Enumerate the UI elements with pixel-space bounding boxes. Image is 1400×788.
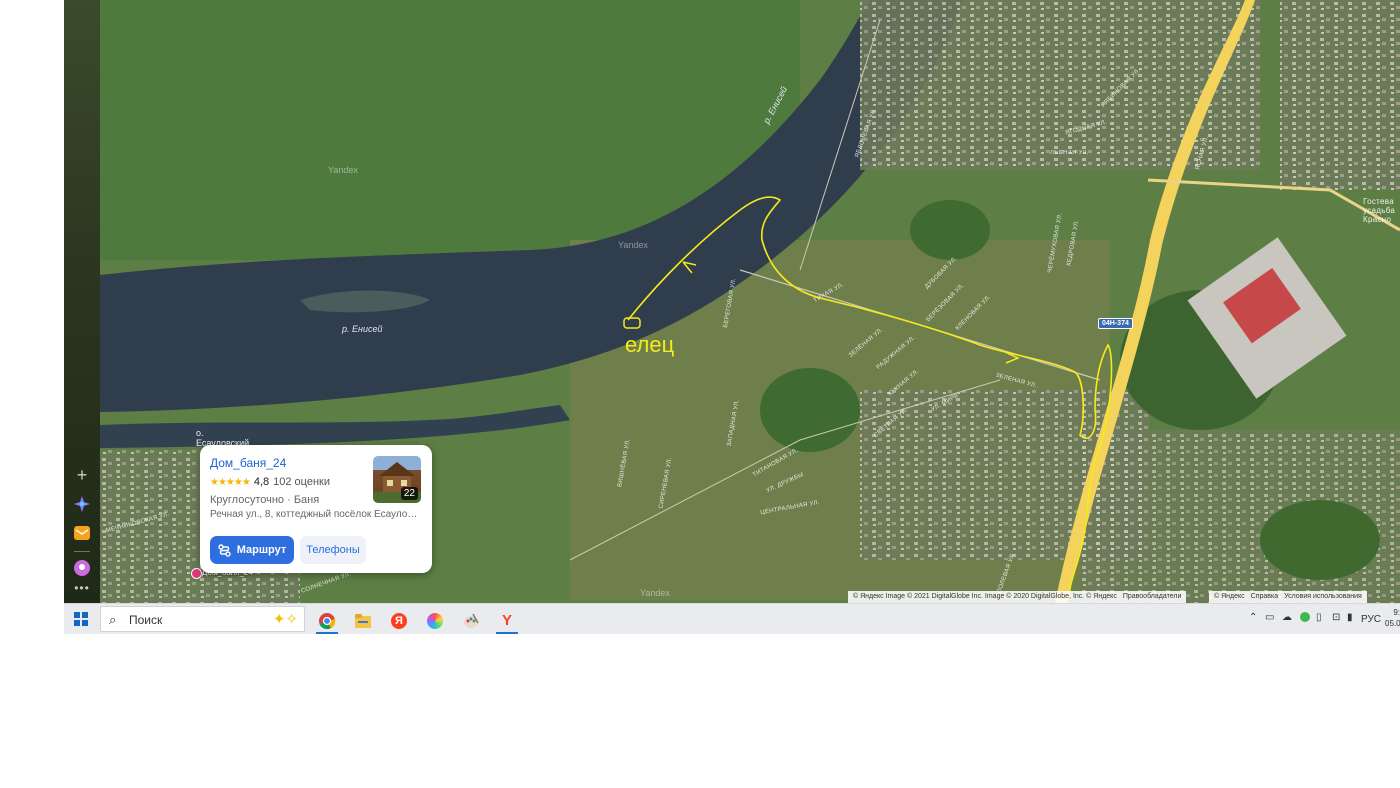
file-explorer-icon[interactable] bbox=[348, 607, 378, 634]
paint-icon[interactable] bbox=[456, 607, 486, 634]
app-icon[interactable] bbox=[420, 607, 450, 634]
yandex-icon[interactable]: Я bbox=[384, 607, 414, 634]
map-watermark: Yandex bbox=[640, 588, 670, 598]
more-icon[interactable]: ••• bbox=[72, 581, 92, 595]
street-label: ЛЕСНАЯ УЛ. bbox=[1050, 150, 1089, 156]
annotation-text: елец bbox=[625, 332, 675, 357]
place-rating: ★★★★★ 4,8 102 оценки bbox=[210, 476, 330, 488]
place-address: Речная ул., 8, коттеджный посёлок Есауло… bbox=[210, 509, 422, 520]
search-icon: ⌕ bbox=[109, 612, 117, 627]
network-icon[interactable]: ▭ bbox=[1265, 612, 1274, 623]
rating-stars-icon: ★★★★★ bbox=[210, 476, 251, 488]
search-placeholder: Поиск bbox=[129, 613, 163, 627]
chevron-up-icon[interactable]: ⌃ bbox=[1249, 612, 1257, 623]
plus-icon[interactable]: + bbox=[72, 465, 92, 485]
divider bbox=[74, 551, 90, 552]
river-label: р. Енисей bbox=[342, 324, 383, 334]
place-card[interactable]: Дом_баня_24 ★★★★★ 4,8 102 оценки Круглос… bbox=[200, 445, 432, 573]
rating-count[interactable]: 102 оценки bbox=[273, 476, 330, 488]
route-button-label: Маршрут bbox=[236, 544, 287, 556]
road-number-badge: 04Н-374 bbox=[1098, 318, 1133, 329]
taskbar-search-input[interactable]: ⌕ Поиск ✦✧ bbox=[100, 606, 305, 632]
clock-date: 05.06 bbox=[1385, 619, 1400, 628]
route-button[interactable]: Маршрут bbox=[210, 536, 294, 564]
rights-holders-link[interactable]: Правообладатели bbox=[1123, 593, 1182, 600]
language-indicator[interactable]: РУС bbox=[1361, 614, 1381, 625]
poi-label-guesthouse[interactable]: Гостева усадьба Красно bbox=[1363, 197, 1395, 224]
photo-count-badge: 22 bbox=[400, 487, 418, 500]
map-watermark: Yandex bbox=[618, 240, 648, 250]
place-title[interactable]: Дом_баня_24 bbox=[210, 456, 286, 470]
alice-shopping-icon[interactable] bbox=[72, 558, 92, 578]
poi-pin-icon[interactable] bbox=[191, 568, 202, 579]
terms-link[interactable]: Условия использования bbox=[1284, 593, 1362, 600]
yandex-copyright: © Яндекс bbox=[1214, 593, 1245, 600]
yandex-browser-icon[interactable]: Y bbox=[492, 607, 522, 634]
map-copyright: © Яндекс Image © 2021 DigitalGlobe Inc. … bbox=[848, 591, 1187, 603]
battery-icon[interactable]: ▯ bbox=[1316, 612, 1322, 623]
windows-start-icon[interactable] bbox=[74, 612, 88, 626]
microphone-icon[interactable]: ▮ bbox=[1347, 612, 1353, 623]
help-link[interactable]: Справка bbox=[1251, 593, 1278, 600]
clock[interactable]: 9: 05.06 bbox=[1385, 607, 1400, 629]
app-tray-icon[interactable] bbox=[1300, 612, 1310, 625]
chrome-icon[interactable] bbox=[312, 607, 342, 634]
copyright-text: © Яндекс Image © 2021 DigitalGlobe Inc. … bbox=[853, 593, 1117, 600]
sparkle-icon: ✦✧ bbox=[272, 611, 298, 628]
place-photo[interactable]: 22 bbox=[373, 456, 421, 503]
clock-time: 9: bbox=[1393, 608, 1400, 617]
windows-taskbar: ⌕ Поиск ✦✧ Я Y ⌃ ▭ ☁ ▯ ⊡ ▮ РУС 9: 05.06 bbox=[64, 603, 1400, 634]
route-icon bbox=[218, 543, 231, 557]
cloud-icon[interactable]: ☁ bbox=[1282, 612, 1292, 623]
browser-side-panel: + ••• bbox=[64, 0, 100, 603]
alice-icon[interactable] bbox=[72, 494, 92, 514]
map-watermark: Yandex bbox=[328, 165, 358, 175]
phones-button[interactable]: Телефоны bbox=[300, 536, 366, 564]
map-footer-links: © Яндекс Справка Условия использования bbox=[1209, 591, 1367, 603]
rating-value: 4,8 bbox=[253, 476, 270, 488]
mail-icon[interactable] bbox=[72, 523, 92, 543]
speaker-icon[interactable]: ⊡ bbox=[1332, 612, 1340, 623]
place-hours-category: Круглосуточно · Баня bbox=[210, 494, 320, 506]
